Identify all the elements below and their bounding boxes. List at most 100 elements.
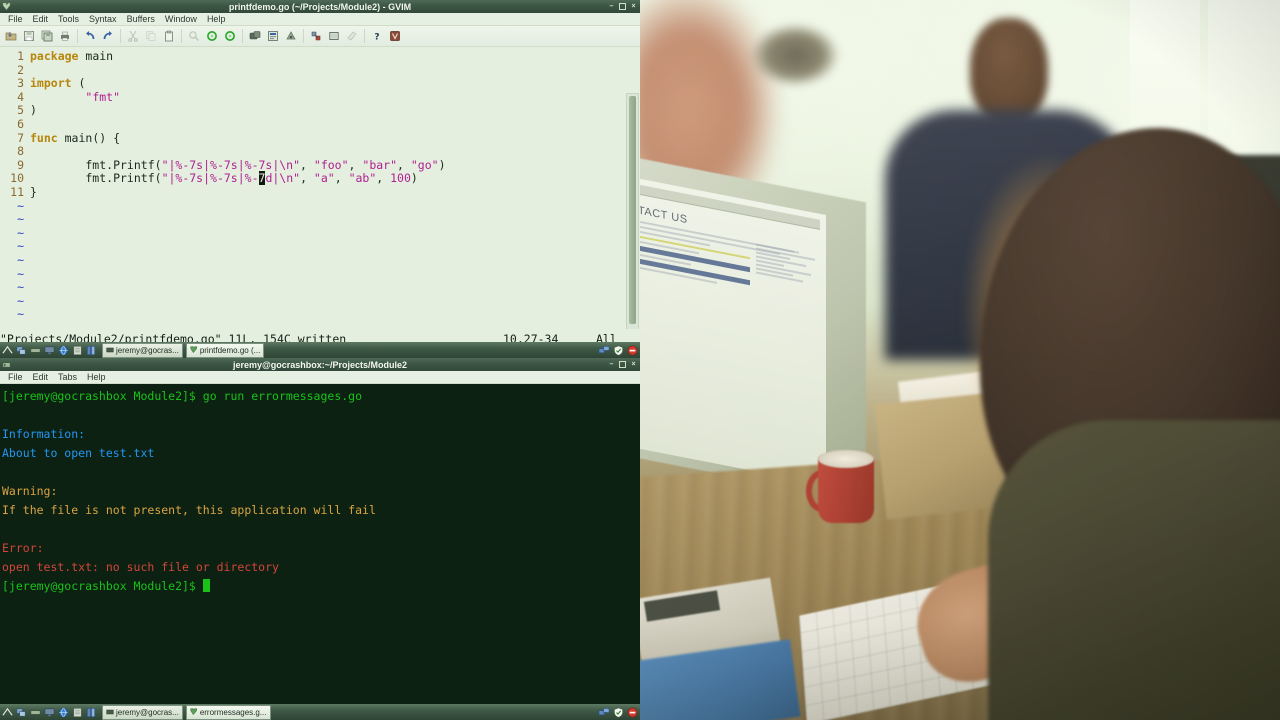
files-icon[interactable] [71,344,84,357]
save-icon[interactable] [20,27,38,45]
close-icon[interactable]: × [630,361,637,368]
redo-icon[interactable] [99,27,117,45]
files-icon[interactable] [71,706,84,719]
update-icon[interactable] [627,345,638,356]
close-icon[interactable]: × [630,3,637,10]
help-icon[interactable]: ? [368,27,386,45]
system-tray-top[interactable] [598,344,638,356]
empty-line-marker: ~ [0,199,640,214]
code-line[interactable]: 8 [0,145,640,159]
code-line[interactable]: 11} [0,185,640,200]
line-number: 8 [17,144,24,159]
windows-icon[interactable] [15,344,28,357]
terminal-window-controls[interactable]: – × [608,361,637,368]
maximize-icon[interactable] [619,3,626,10]
terminal-menu-bar[interactable]: File Edit Tabs Help [0,371,640,384]
menu-item-window[interactable]: Window [160,14,202,24]
menu-item-edit[interactable]: Edit [28,14,54,24]
show-desktop-icon[interactable] [1,344,14,357]
menu-item-tabs[interactable]: Tabs [53,372,82,382]
code-token: package [30,49,79,63]
build-icon[interactable] [264,27,282,45]
browser-icon[interactable] [57,344,70,357]
terminal-text: Warning: [2,484,58,498]
menu-item-buffers[interactable]: Buffers [122,14,160,24]
network-icon[interactable] [598,345,610,356]
menu-item-tools[interactable]: Tools [53,14,84,24]
terminal-icon[interactable] [29,706,42,719]
menu-item-help[interactable]: Help [202,14,231,24]
run-icon[interactable] [282,27,300,45]
editor-icon[interactable] [85,706,98,719]
undo-icon[interactable] [81,27,99,45]
menu-item-file[interactable]: File [3,372,28,382]
task-label: jeremy@gocras... [116,345,179,355]
update-icon[interactable] [627,707,638,718]
windows-icon[interactable] [15,706,28,719]
gvim-window-controls[interactable]: – × [608,3,637,10]
taskbar-task-terminal[interactable]: jeremy@gocras... [102,704,183,720]
gvim-editor-area[interactable]: 1 package main 2 3 import (4 "fmt" 5) 6 7 func m… [0,47,640,329]
paste-icon[interactable] [160,27,178,45]
network-icon[interactable] [598,707,610,718]
browser-icon[interactable] [57,706,70,719]
line-number: 2 [17,62,24,77]
minimize-icon[interactable]: – [608,361,615,368]
open-folder-icon[interactable] [2,27,20,45]
terminal-output-area[interactable]: [jeremy@gocrashbox Module2]$ go run erro… [0,384,640,706]
code-line[interactable]: 9 fmt.Printf("|%-7s|%-7s|%-7s|\n", "foo"… [0,157,640,173]
tag-jump-icon[interactable] [307,27,325,45]
make-icon[interactable] [246,27,264,45]
code-line[interactable]: 10 fmt.Printf("|%-7s|%-7s|%-7d|\n", "a",… [0,171,640,186]
gvim-window[interactable]: printfdemo.go (~/Projects/Module2) - GVI… [0,0,640,358]
vim-icon [190,708,197,716]
system-tray-bottom[interactable] [598,706,638,718]
code-line[interactable]: 7 func main() { [0,131,640,146]
gvim-menu-bar[interactable]: File Edit Tools Syntax Buffers Window He… [0,13,640,26]
code-line[interactable]: 5) [0,104,640,118]
vim-help-icon[interactable] [386,27,404,45]
shield-icon[interactable] [613,706,624,718]
window-split-icon[interactable] [325,27,343,45]
taskbar-bottom[interactable]: jeremy@gocras... errormessages.g... [0,704,640,720]
terminal-text: If the file is not present, this applica… [2,503,376,517]
menu-item-syntax[interactable]: Syntax [84,14,122,24]
display-icon[interactable] [43,706,56,719]
code-token: , [397,157,411,172]
gvim-vertical-scrollbar[interactable] [626,93,639,329]
code-token: import [30,76,72,91]
terminal-icon[interactable] [29,344,42,357]
save-all-icon[interactable] [38,27,56,45]
terminal-window[interactable]: jeremy@gocrashbox:~/Projects/Module2 – ×… [0,358,640,706]
menu-item-file[interactable]: File [3,14,28,24]
terminal-icon [106,347,114,353]
scrollbar-thumb[interactable] [629,96,636,324]
gvim-toolbar[interactable]: ? [0,26,640,47]
taskbar-task-gvim[interactable]: printfdemo.go (... [185,342,265,358]
code-line[interactable]: 1 package main [0,49,640,64]
print-icon[interactable] [56,27,74,45]
terminal-line: open test.txt: no such file or directory [2,558,640,577]
code-token: "|%-7s|%-7s|%-7s|\n" [161,157,301,172]
show-desktop-icon[interactable] [1,706,14,719]
minimize-icon[interactable]: – [608,3,615,10]
taskbar-task-terminal[interactable]: jeremy@gocras... [102,342,183,358]
gvim-title-bar[interactable]: printfdemo.go (~/Projects/Module2) - GVI… [0,0,640,13]
find-next-icon[interactable] [203,27,221,45]
taskbar-task-gvim[interactable]: errormessages.g... [185,704,271,720]
taskbar-top[interactable]: jeremy@gocras... printfdemo.go (... [0,342,640,358]
menu-item-edit[interactable]: Edit [28,372,54,382]
tilde-icon: ~ [17,266,24,281]
code-line[interactable]: 6 [0,117,640,132]
menu-item-help[interactable]: Help [82,372,111,382]
terminal-title-bar[interactable]: jeremy@gocrashbox:~/Projects/Module2 – × [0,358,640,371]
shield-icon[interactable] [613,344,624,356]
editor-icon[interactable] [85,344,98,357]
code-line[interactable]: 4 "fmt" [0,90,640,105]
code-line[interactable]: 2 [0,62,640,78]
find-prev-icon[interactable] [221,27,239,45]
task-label: printfdemo.go (... [199,345,261,355]
maximize-icon[interactable] [619,361,626,368]
code-line[interactable]: 3 import ( [0,76,640,91]
display-icon[interactable] [43,344,56,357]
